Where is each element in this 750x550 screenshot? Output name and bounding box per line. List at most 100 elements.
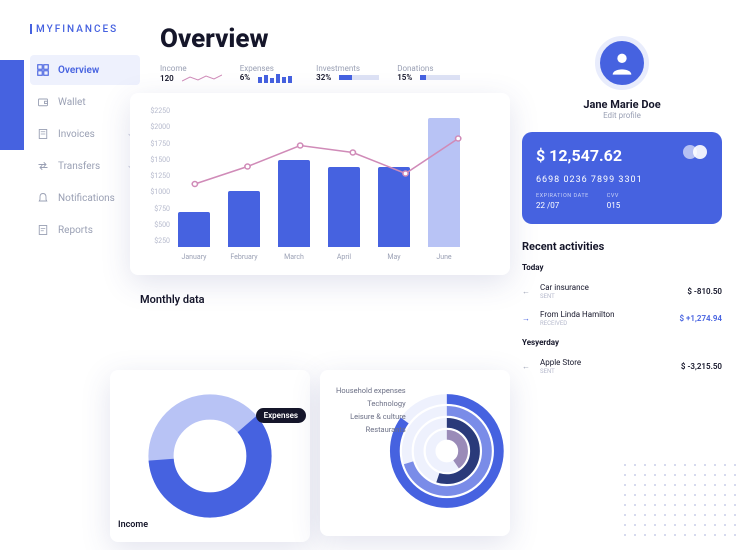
x-axis: January February March April May June [178,253,494,261]
sidebar-item-reports[interactable]: Reports [30,215,140,245]
x-label: March [278,253,310,261]
stat-label: Expenses [240,64,298,73]
stat-value: 15% [397,73,412,82]
activity-row[interactable]: ← Car insuranceSENT $ -810.50 [522,278,722,305]
bar[interactable] [178,212,210,247]
sidebar-item-label: Reports [58,225,93,236]
radial-label: Household expenses [336,386,406,395]
donut-chart: Expenses Income [140,386,280,526]
y-tick: $750 [140,205,170,213]
mini-bars-icon [258,73,298,83]
bell-icon [36,191,50,205]
transfer-icon [36,159,50,173]
mastercard-icon [682,144,708,164]
bar[interactable] [428,118,460,248]
bar[interactable] [228,191,260,247]
stat-expenses: Expenses 6% [240,64,298,85]
stat-investments: Investments 32% [316,64,379,85]
day-today: Today [522,263,722,272]
activity-sub: RECEIVED [540,320,679,327]
y-tick: $1250 [140,172,170,180]
activity-sub: SENT [540,293,687,300]
stat-donations: Donations 15% [397,64,460,85]
arrow-left-icon: ← [522,287,534,296]
x-label: February [228,253,260,261]
progress-bar [339,75,379,80]
stat-label: Investments [316,64,379,73]
y-tick: $250 [140,237,170,245]
sidebar-item-label: Notifications [58,193,115,204]
sidebar-item-label: Overview [58,65,99,76]
stat-value: 120 [160,74,174,83]
radial-chart-card: Household expenses Technology Leisure & … [320,370,510,536]
edit-profile-link[interactable]: Edit profile [522,111,722,120]
y-tick: $2000 [140,123,170,131]
sidebar-item-notifications[interactable]: Notifications [30,183,140,213]
stat-value: 6% [240,73,250,82]
sidebar-item-invoices[interactable]: Invoices ⌄ [30,119,140,149]
bar-chart-card: $2250 $2000 $1750 $1500 $1250 $1000 $750… [130,93,510,275]
stat-row: Income 120 Expenses 6% Investments 32% D… [160,64,500,85]
donut-chart-card: Expenses Income [110,370,310,542]
x-label: June [428,253,460,261]
progress-bar [420,75,460,80]
stat-label: Income [160,64,222,73]
brand-logo: MYFINANCES [30,24,140,35]
card-number: 6698 0236 7899 3301 [536,175,708,185]
cvv-label: CVV [607,193,621,199]
recent-activities-title: Recent activities [522,240,722,253]
y-tick: $1000 [140,188,170,196]
arrow-right-icon: → [522,314,534,323]
x-label: April [328,253,360,261]
activity-row[interactable]: ← Apple StoreSENT $ -3,215.50 [522,353,722,380]
grid-icon [36,63,50,77]
wallet-icon [36,95,50,109]
stat-label: Donations [397,64,460,73]
activity-amount: $ +1,274.94 [679,314,722,323]
cvv-value: 015 [607,201,621,210]
activity-row[interactable]: → From Linda HamiltonRECEIVED $ +1,274.9… [522,305,722,332]
sidebar-item-overview[interactable]: Overview [30,55,140,85]
donut-expenses-label: Expenses [256,408,306,423]
sidebar-item-label: Transfers [58,161,100,172]
radial-label: Leisure & culture [336,412,406,421]
sparkline-icon [182,73,222,85]
x-label: January [178,253,210,261]
y-tick: $1750 [140,140,170,148]
exp-label: EXPIRATION DATE [536,193,589,199]
y-tick: $2250 [140,107,170,115]
sidebar-item-label: Wallet [58,97,86,108]
bar[interactable] [328,167,360,248]
sidebar-item-transfers[interactable]: Transfers ⌄ [30,151,140,181]
sidebar-item-wallet[interactable]: Wallet [30,87,140,117]
stat-income: Income 120 [160,64,222,85]
stat-value: 32% [316,73,331,82]
right-panel: Jane Marie Doe Edit profile $ 12,547.62 … [522,36,722,380]
credit-card[interactable]: $ 12,547.62 6698 0236 7899 3301 EXPIRATI… [522,132,722,224]
page-title: Overview [160,24,500,54]
bar[interactable] [378,167,410,248]
activity-name: Apple Store [540,358,681,367]
decorative-dots [620,460,740,540]
radial-legend: Household expenses Technology Leisure & … [336,386,406,438]
radial-label: Technology [336,399,406,408]
sidebar: MYFINANCES Overview Wallet Invoices ⌄ Tr… [30,24,140,247]
monthly-data-title: Monthly data [140,293,500,306]
card-meta: EXPIRATION DATE 22 /07 CVV 015 [536,193,708,210]
invoice-icon [36,127,50,141]
bar-plot [178,107,494,247]
activity-amount: $ -3,215.50 [681,362,722,371]
arrow-left-icon: ← [522,362,534,371]
bar[interactable] [278,160,310,248]
sidebar-item-label: Invoices [58,129,95,140]
x-label: May [378,253,410,261]
exp-value: 22 /07 [536,201,589,210]
activity-name: Car insurance [540,283,687,292]
person-icon [608,49,636,77]
main-content: Overview Income 120 Expenses 6% Investme… [160,24,500,314]
radial-label: Restaurants [336,425,406,434]
avatar[interactable] [595,36,649,90]
donut-income-label: Income [118,520,148,530]
y-tick: $500 [140,221,170,229]
y-axis: $2250 $2000 $1750 $1500 $1250 $1000 $750… [140,107,170,245]
